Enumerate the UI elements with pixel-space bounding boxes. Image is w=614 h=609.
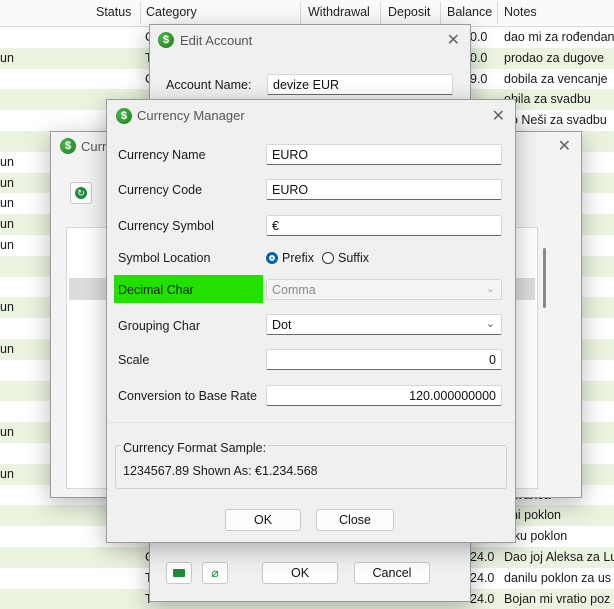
row-left-cell: un — [0, 217, 14, 232]
account-name-field[interactable]: devize EUR — [267, 74, 453, 95]
decimal-char-value: Comma — [272, 283, 316, 297]
currency-name-label: Currency Name — [118, 148, 206, 162]
decimal-char-label: Decimal Char — [118, 283, 194, 297]
row-left-cell: un — [0, 50, 14, 65]
format-sample-text: 1234567.89 Shown As: €1.234.568 — [123, 464, 318, 478]
grouping-char-value: Dot — [272, 318, 292, 332]
currency-code-label: Currency Code — [118, 183, 203, 197]
row-left-cell: un — [0, 300, 14, 315]
conversion-rate-field[interactable]: 120.000000000 — [266, 385, 502, 406]
col-balance[interactable]: Balance — [447, 5, 492, 19]
symbol-location-label: Symbol Location — [118, 251, 211, 265]
row-notes-cell: dao mi za rođendan — [504, 30, 614, 44]
grouping-char-select[interactable]: Dot ⌄ — [266, 314, 502, 335]
dollar-coin-icon: $ — [116, 108, 132, 124]
currency-manager-window: $ Currency Manager ✕ Currency Name EURO … — [106, 99, 516, 543]
money-icon — [173, 569, 185, 577]
row-notes-cell: Bojan mi vratio poz — [504, 591, 611, 606]
row-left-cell: un — [0, 342, 14, 356]
suffix-radio[interactable] — [322, 252, 334, 264]
row-left-cell: un — [0, 238, 14, 252]
col-status[interactable]: Status — [96, 5, 131, 19]
row-balance-cell: 0.0 — [470, 50, 488, 65]
col-notes[interactable]: Notes — [504, 5, 537, 19]
scale-field[interactable]: 0 — [266, 349, 502, 370]
prefix-radio[interactable] — [266, 252, 278, 264]
dollar-coin-icon: $ — [60, 138, 76, 154]
close-icon[interactable]: ✕ — [492, 106, 505, 126]
refresh-icon: ↻ — [75, 187, 87, 199]
currency-symbol-label: Currency Symbol — [118, 219, 214, 233]
currency-list-title: Curr — [81, 139, 107, 154]
edit-account-icon-button[interactable] — [166, 562, 192, 584]
row-notes-cell: obila za svadbu — [504, 92, 591, 107]
col-deposit[interactable]: Deposit — [388, 5, 430, 19]
row-balance-cell: 24.0 — [470, 570, 495, 585]
row-left-cell: un — [0, 425, 14, 440]
suffix-label[interactable]: Suffix — [338, 251, 369, 265]
currency-ok-button[interactable]: OK — [225, 509, 301, 531]
edit-account-ok-button[interactable]: OK — [262, 562, 338, 584]
format-sample-title: Currency Format Sample: — [121, 441, 269, 455]
prefix-label[interactable]: Prefix — [282, 251, 314, 265]
row-balance-cell: 24.0 — [470, 550, 495, 564]
dollar-coin-icon: $ — [158, 32, 174, 48]
currency-manager-title: Currency Manager — [137, 108, 245, 123]
close-icon[interactable]: ✕ — [558, 136, 571, 156]
ledger-header: Status Category Withdrawal Deposit Balan… — [0, 0, 614, 27]
list-scrollbar[interactable] — [543, 248, 546, 308]
attachment-button[interactable]: ⌀ — [202, 562, 228, 584]
close-icon[interactable]: ✕ — [447, 30, 460, 50]
currency-close-button[interactable]: Close — [316, 509, 394, 531]
currency-symbol-field[interactable]: € — [266, 215, 502, 236]
currency-code-field[interactable]: EURO — [266, 179, 502, 200]
refresh-button[interactable]: ↻ — [70, 182, 92, 204]
row-left-cell: un — [0, 196, 14, 211]
chevron-down-icon: ⌄ — [485, 283, 495, 295]
col-category[interactable]: Category — [146, 5, 197, 19]
conversion-rate-label: Conversion to Base Rate — [118, 389, 257, 403]
scale-label: Scale — [118, 353, 150, 367]
row-balance-cell: 9.0 — [470, 71, 488, 86]
row-left-cell: un — [0, 154, 14, 169]
row-notes-cell: dobila za vencanje — [504, 71, 608, 86]
row-balance-cell: 24.0 — [470, 591, 495, 606]
paperclip-icon: ⌀ — [211, 566, 219, 580]
row-notes-cell: prodao za dugove — [504, 50, 605, 65]
chevron-down-icon: ⌄ — [485, 318, 495, 330]
row-left-cell: un — [0, 175, 14, 190]
grouping-char-label: Grouping Char — [118, 319, 200, 333]
row-balance-cell: 0.0 — [470, 30, 488, 44]
row-left-cell: un — [0, 466, 14, 481]
row-notes-cell: ao Neši za svadbu — [504, 113, 607, 128]
divider — [107, 422, 515, 423]
col-withdrawal[interactable]: Withdrawal — [308, 5, 370, 19]
edit-account-cancel-button[interactable]: Cancel — [354, 562, 430, 584]
row-notes-cell: danilu poklon za us — [504, 570, 612, 585]
row-notes-cell: Dao joj Aleksa za Lu — [504, 550, 614, 564]
edit-account-title: Edit Account — [180, 33, 253, 48]
account-name-label: Account Name: — [166, 78, 252, 92]
currency-name-field[interactable]: EURO — [266, 144, 502, 165]
decimal-char-select: Comma ⌄ — [266, 279, 502, 300]
